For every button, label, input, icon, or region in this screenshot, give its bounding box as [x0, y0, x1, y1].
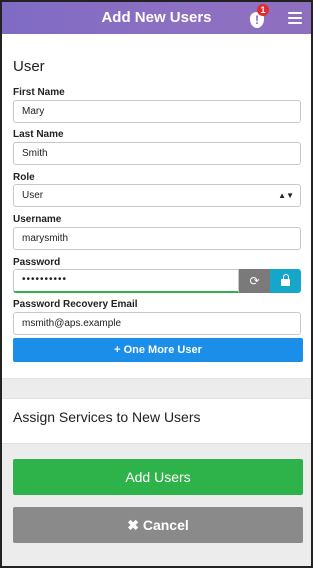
first-name-label: First Name [13, 87, 65, 98]
section-divider [2, 378, 311, 399]
cancel-button[interactable]: ✖ Cancel [13, 507, 303, 543]
username-input[interactable]: marysmith [13, 227, 301, 250]
username-label: Username [13, 214, 62, 225]
recovery-email-label: Password Recovery Email [13, 299, 138, 310]
first-name-input[interactable]: Mary [13, 100, 301, 123]
password-label: Password [13, 257, 61, 268]
toggle-password-lock-button[interactable] [270, 269, 301, 293]
role-select-value: User [22, 190, 44, 201]
lock-icon [281, 279, 290, 286]
add-users-button[interactable]: Add Users [13, 459, 303, 495]
refresh-icon: ⟳ [249, 274, 260, 288]
generate-password-button[interactable]: ⟳ [239, 269, 270, 293]
password-group: •••••••••• ⟳ [13, 269, 301, 293]
last-name-label: Last Name [13, 129, 64, 140]
last-name-input[interactable]: Smith [13, 142, 301, 165]
hamburger-menu-icon[interactable] [288, 12, 302, 24]
password-input[interactable]: •••••••••• [13, 269, 239, 293]
app-frame: Add New Users ! 1 User First Name Mary L… [0, 0, 313, 568]
role-select[interactable]: User ▲▼ [13, 184, 301, 207]
assign-services-title[interactable]: Assign Services to New Users [13, 409, 201, 425]
user-section-title: User [13, 58, 45, 75]
app-header: Add New Users ! 1 [2, 2, 311, 34]
alerts-button[interactable]: ! 1 [248, 4, 269, 30]
select-updown-icon: ▲▼ [278, 191, 294, 200]
role-label: Role [13, 172, 35, 183]
notification-badge: 1 [257, 4, 269, 16]
recovery-email-input[interactable]: msmith@aps.example [13, 312, 301, 335]
one-more-user-button[interactable]: + One More User [13, 338, 303, 362]
